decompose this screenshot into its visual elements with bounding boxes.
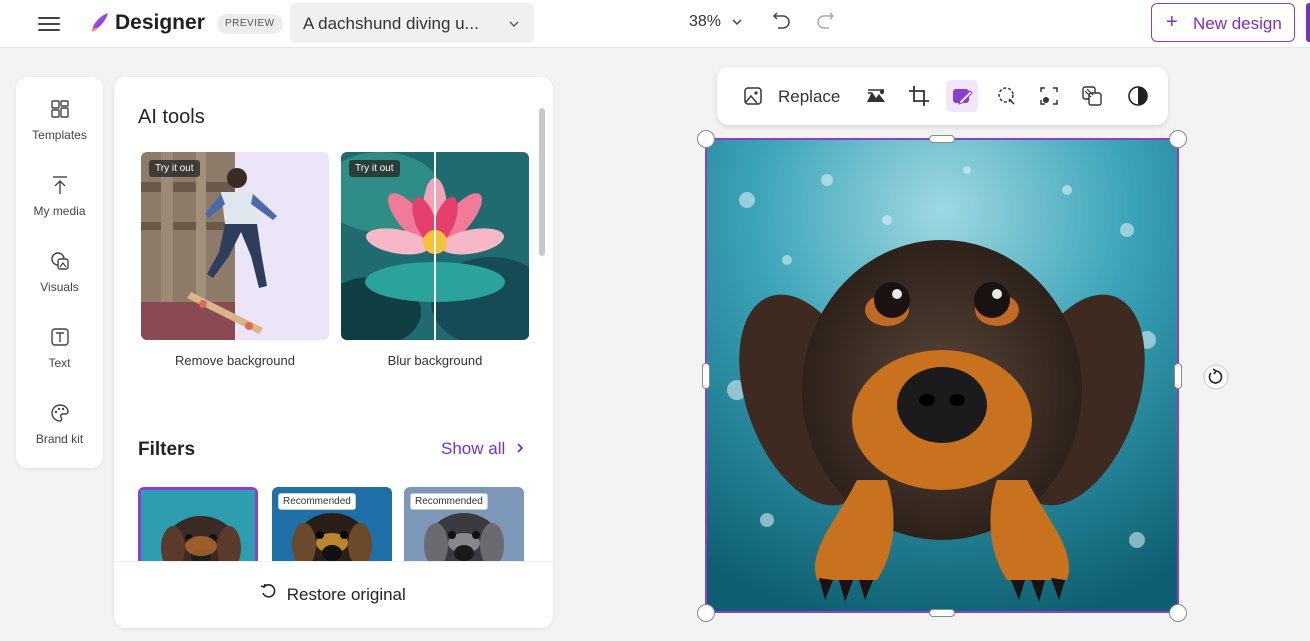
remove-background-preview [141, 152, 329, 340]
designer-logo-icon [91, 13, 108, 32]
rail-item-templates[interactable]: Templates [16, 98, 103, 158]
show-all-link[interactable]: Show all [441, 439, 526, 459]
crop-icon [909, 86, 929, 106]
rail-item-visuals[interactable]: Visuals [16, 250, 103, 310]
chevron-down-icon [509, 21, 519, 27]
upload-icon [53, 176, 67, 194]
filter-thumb-recommended-2[interactable]: Recommended [404, 487, 524, 567]
adjust-button[interactable] [1122, 80, 1154, 112]
try-it-out-badge: Try it out [149, 160, 200, 177]
select-subject-button[interactable] [990, 80, 1022, 112]
zoom-level[interactable]: 38% [689, 13, 721, 31]
effects-icon [867, 89, 885, 102]
resize-handle-top-left[interactable] [697, 130, 715, 148]
rail-item-brand-kit[interactable]: Brand kit [16, 402, 103, 462]
filters-heading: Filters [138, 439, 196, 460]
resize-handle-bottom-left[interactable] [697, 604, 715, 622]
blur-background-label: Blur background [387, 353, 483, 368]
top-bar: Designer PREVIEW A dachshund diving u...… [0, 0, 1310, 48]
effects-button[interactable] [860, 80, 892, 112]
rail-label: My media [33, 204, 86, 218]
panel-scrollbar[interactable] [539, 108, 545, 256]
text-icon [51, 328, 69, 346]
crop-button[interactable] [903, 80, 935, 112]
rail-label: Templates [32, 128, 87, 142]
remove-background-button[interactable] [1076, 80, 1108, 112]
resize-handle-top[interactable] [929, 135, 955, 143]
frame-icon [1040, 87, 1058, 105]
image-toolbar: Replace [717, 67, 1168, 125]
panel-title: AI tools [138, 106, 205, 128]
new-design-label: New design [1193, 14, 1282, 33]
left-rail: Templates My media Visuals Text Brand ki… [16, 77, 103, 468]
resize-handle-right[interactable] [1174, 363, 1182, 389]
adjust-icon [1128, 86, 1148, 106]
undo-icon[interactable] [771, 11, 793, 33]
edit-image-icon [953, 89, 973, 105]
restore-icon [260, 584, 276, 598]
frame-button[interactable] [1033, 80, 1065, 112]
restore-original-button[interactable]: Restore original [260, 584, 406, 605]
filter-preview [141, 490, 255, 564]
blur-background-card[interactable]: Try it out [341, 152, 529, 340]
replace-icon [744, 87, 762, 105]
app-name: Designer [115, 11, 205, 34]
palette-icon [51, 404, 69, 422]
try-it-out-badge: Try it out [349, 160, 400, 177]
show-all-label: Show all [441, 439, 506, 458]
canvas-image[interactable] [705, 138, 1179, 613]
remove-background-card[interactable]: Try it out [141, 152, 329, 340]
restore-bar: Restore original [114, 561, 553, 628]
plus-icon: + [1166, 11, 1178, 33]
resize-handle-bottom-right[interactable] [1169, 604, 1187, 622]
document-title: A dachshund diving u... [303, 14, 479, 33]
remove-bg-icon [1082, 86, 1102, 106]
recommended-badge: Recommended [410, 493, 488, 510]
filter-thumb-original[interactable] [138, 487, 258, 567]
new-design-button[interactable]: + New design [1151, 3, 1295, 42]
preview-badge: PREVIEW [217, 14, 283, 34]
rotate-icon[interactable] [1203, 364, 1229, 390]
remove-background-label: Remove background [175, 353, 295, 368]
menu-icon[interactable] [38, 13, 60, 33]
replace-button[interactable] [737, 80, 769, 112]
chevron-right-icon [517, 443, 524, 453]
ai-tools-panel: AI tools Try it out Remove background Tr… [114, 77, 553, 628]
rail-label: Text [48, 356, 71, 370]
resize-handle-top-right[interactable] [1169, 130, 1187, 148]
recommended-badge: Recommended [278, 493, 356, 510]
filter-thumb-recommended-1[interactable]: Recommended [272, 487, 392, 567]
visuals-icon [51, 252, 69, 270]
resize-handle-bottom[interactable] [929, 609, 955, 617]
zoom-chevron-down-icon[interactable] [731, 16, 743, 28]
rail-label: Brand kit [35, 432, 84, 446]
select-subject-icon [998, 87, 1015, 105]
rail-item-text[interactable]: Text [16, 326, 103, 386]
dachshund-image [707, 140, 1177, 611]
restore-original-label: Restore original [286, 585, 406, 604]
replace-label[interactable]: Replace [778, 87, 840, 107]
templates-icon [51, 100, 69, 118]
resize-handle-left[interactable] [702, 363, 710, 389]
redo-icon[interactable] [814, 11, 836, 33]
share-button-edge[interactable] [1306, 3, 1310, 42]
rail-label: Visuals [40, 280, 79, 294]
blur-background-preview [341, 152, 529, 340]
edit-image-button[interactable] [946, 80, 978, 112]
rail-item-my-media[interactable]: My media [16, 174, 103, 234]
document-title-dropdown[interactable]: A dachshund diving u... [290, 3, 534, 43]
